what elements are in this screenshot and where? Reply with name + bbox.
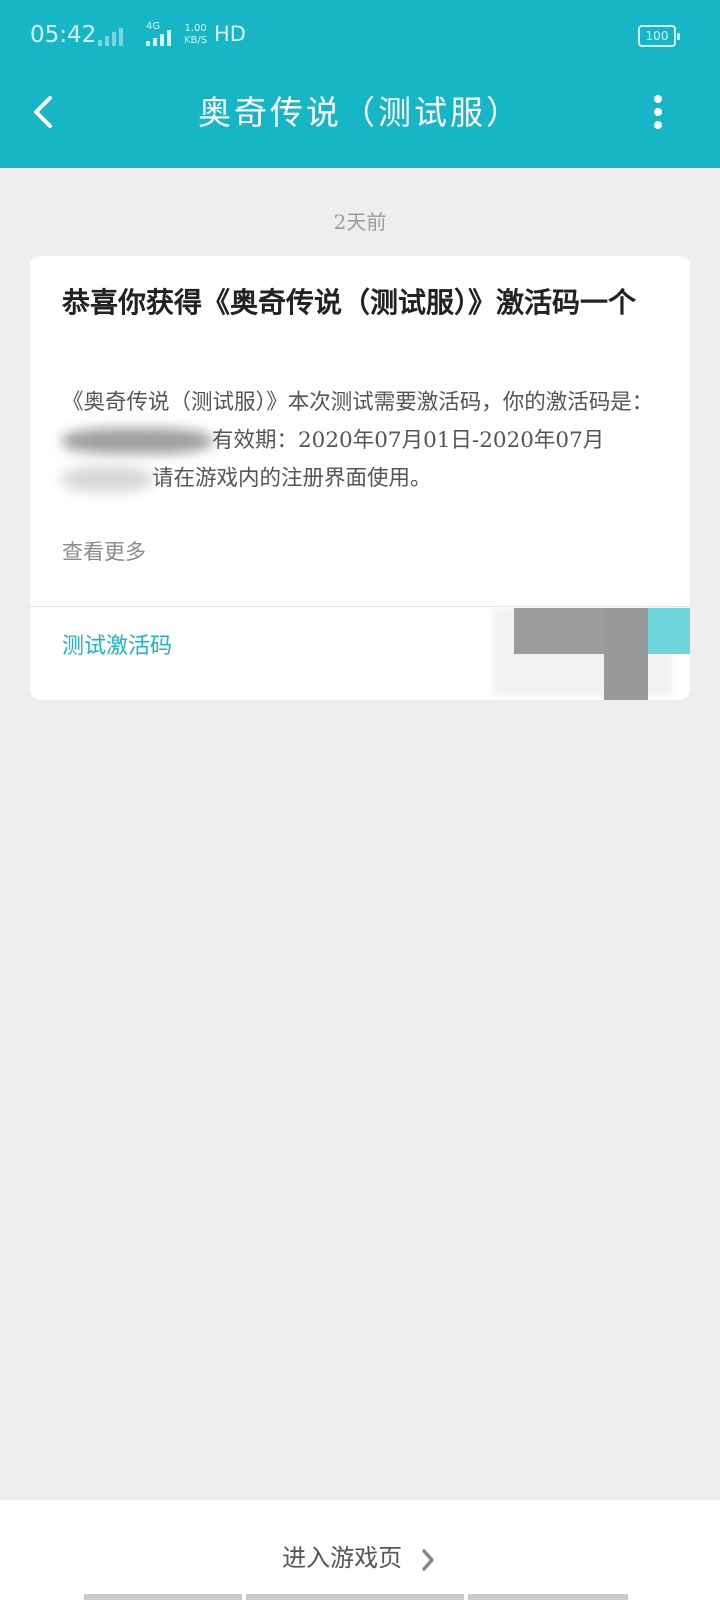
message-card: 恭喜你获得《奥奇传说（测试服）》激活码一个 《奥奇传说（测试服）》本次测试需要激…	[30, 256, 690, 700]
chevron-right-icon	[422, 1548, 434, 1571]
more-options-button[interactable]	[648, 92, 668, 132]
gesture-bar	[84, 1594, 636, 1600]
more-vertical-icon	[648, 92, 668, 129]
redacted-date	[62, 466, 152, 492]
message-time: 2天前	[333, 210, 387, 234]
network-speed: 1.00 KB/S	[184, 23, 208, 46]
app-header: 05:42 4G 1.00 KB/S HD 100 奥奇传说（测试服）	[0, 0, 720, 168]
see-more-link[interactable]: 查看更多	[62, 536, 146, 566]
redacted-code	[62, 428, 212, 454]
battery-icon: 100	[638, 25, 680, 47]
status-time: 05:42	[30, 22, 97, 48]
wifi-signal-icon	[98, 26, 123, 46]
activation-code-button[interactable]: 测试激活码	[62, 628, 172, 660]
page-title: 奥奇传说（测试服）	[198, 93, 522, 132]
cell-signal-icon	[146, 30, 171, 50]
status-bar: 05:42 4G 1.00 KB/S HD 100	[0, 0, 720, 72]
card-divider	[30, 606, 690, 607]
hd-indicator: HD	[214, 22, 246, 46]
message-title: 恭喜你获得《奥奇传说（测试服）》激活码一个	[62, 286, 637, 319]
redacted-image	[494, 608, 690, 700]
enter-game-page-button[interactable]: 进入游戏页	[0, 1538, 720, 1573]
bottom-bar: 进入游戏页	[0, 1500, 720, 1600]
message-body: 《奥奇传说（测试服）》本次测试需要激活码，你的激活码是：有效期：2020年07月…	[62, 390, 654, 492]
